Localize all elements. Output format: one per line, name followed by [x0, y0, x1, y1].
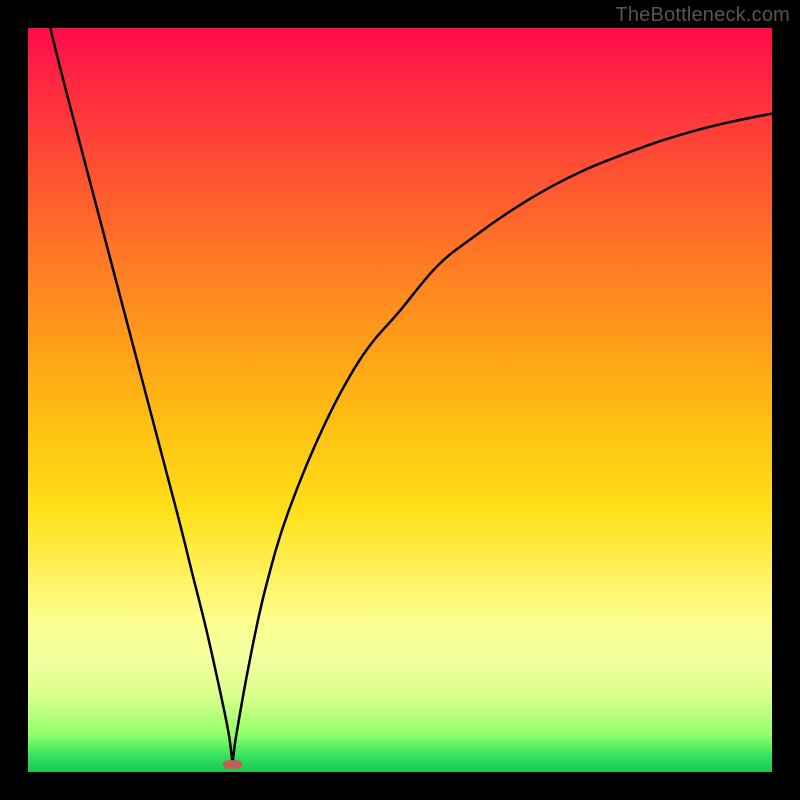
right-branch-path	[233, 114, 772, 765]
plot-area	[28, 28, 772, 772]
chart-frame: TheBottleneck.com	[0, 0, 800, 800]
minimum-marker	[223, 760, 242, 769]
left-branch-path	[50, 28, 232, 765]
watermark-text: TheBottleneck.com	[615, 4, 790, 27]
series-group	[50, 28, 772, 765]
chart-svg	[28, 28, 772, 772]
